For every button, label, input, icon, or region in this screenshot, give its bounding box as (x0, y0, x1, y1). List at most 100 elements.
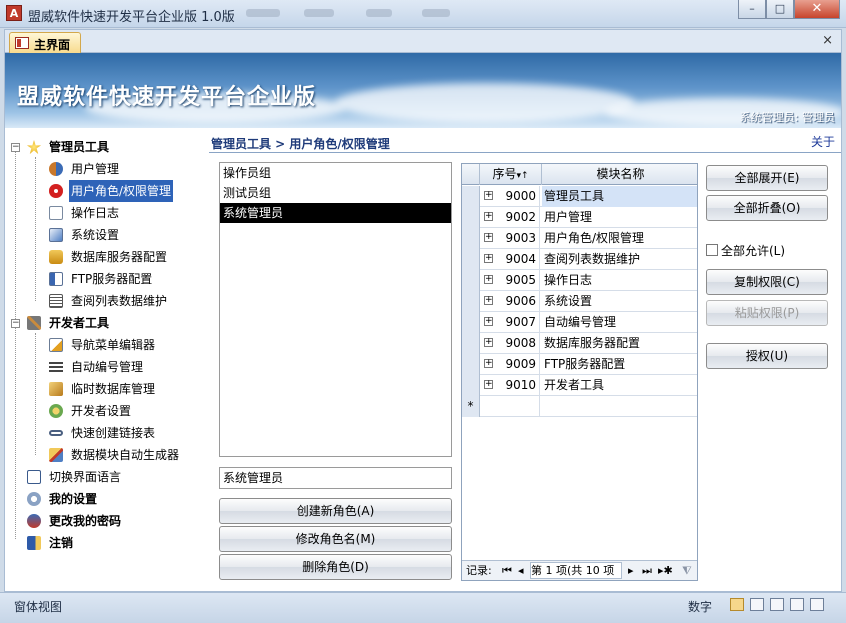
cell-id[interactable]: 9005 (498, 270, 540, 291)
cell-module-name[interactable]: 查阅列表数据维护 (542, 249, 697, 270)
close-window-button[interactable]: ✕ (794, 0, 840, 19)
record-selector[interactable] (462, 354, 480, 375)
cell-module-name[interactable]: 用户角色/权限管理 (542, 228, 697, 249)
create-role-button[interactable]: 创建新角色(A) (219, 498, 452, 524)
cell-id[interactable]: 9010 (498, 375, 540, 396)
cell-id[interactable] (498, 396, 540, 417)
cell-module-name[interactable]: FTP服务器配置 (542, 354, 697, 375)
cell-id[interactable]: 9008 (498, 333, 540, 354)
cell-id[interactable]: 9002 (498, 207, 540, 228)
table-row[interactable]: +9010 开发者工具 (462, 375, 697, 396)
column-header-id[interactable]: 序号▾↑ (480, 164, 542, 185)
table-row[interactable]: +9006 系统设置 (462, 291, 697, 312)
collapse-admin-tools[interactable]: − (11, 143, 20, 152)
expand-subdatasheet-icon[interactable]: + (484, 296, 493, 305)
layout-view-icon[interactable] (770, 598, 784, 611)
expand-subdatasheet-icon[interactable]: + (484, 338, 493, 347)
about-link[interactable]: 关于 (811, 133, 835, 150)
tree-label: 快速创建链接表 (71, 426, 156, 440)
tree-line (15, 147, 16, 539)
table-row[interactable]: +9000 管理员工具 (462, 186, 697, 207)
record-selector[interactable] (462, 228, 480, 249)
first-record-icon[interactable]: ⏮ (502, 561, 512, 580)
record-selector[interactable] (462, 270, 480, 291)
cell-module-name[interactable]: 自动编号管理 (542, 312, 697, 333)
paste-permissions-button[interactable]: 粘贴权限(P) (706, 300, 828, 326)
record-label: 记录: (466, 564, 492, 577)
star-icon (27, 140, 41, 154)
cell-module-name[interactable]: 操作日志 (542, 270, 697, 291)
table-row[interactable]: +9005 操作日志 (462, 270, 697, 291)
expand-subdatasheet-icon[interactable]: + (484, 191, 493, 200)
cell-module-name[interactable]: 系统设置 (542, 291, 697, 312)
maximize-button[interactable]: □ (766, 0, 794, 19)
cell-module-name[interactable]: 开发者工具 (542, 375, 697, 396)
cell-module-name[interactable]: 用户管理 (542, 207, 697, 228)
tree-label: FTP服务器配置 (71, 272, 153, 286)
permissions-datasheet[interactable]: 序号▾↑ 模块名称 +9000 管理员工具 +9002 用户管理 +9003 用户角色/权… (461, 163, 698, 581)
form-view-icon[interactable] (730, 598, 744, 611)
copy-permissions-button[interactable]: 复制权限(C) (706, 269, 828, 295)
cell-id[interactable]: 9006 (498, 291, 540, 312)
datasheet-view-icon[interactable] (750, 598, 764, 611)
column-header-module-name[interactable]: 模块名称 (542, 164, 697, 185)
cell-id[interactable]: 9004 (498, 249, 540, 270)
cell-module-name[interactable]: 数据库服务器配置 (542, 333, 697, 354)
table-row[interactable]: +9009 FTP服务器配置 (462, 354, 697, 375)
record-position-field[interactable]: 第 1 项(共 10 项 (530, 562, 622, 579)
view-mode-label: 窗体视图 (14, 600, 63, 614)
header-divider (209, 152, 841, 153)
role-list[interactable]: 操作员组 测试员组 系统管理员 (219, 162, 452, 457)
new-record-marker[interactable]: * (462, 396, 480, 417)
new-record-icon[interactable]: ▸✱ (658, 561, 673, 580)
table-row[interactable]: +9008 数据库服务器配置 (462, 333, 697, 354)
prev-record-icon[interactable]: ◂ (518, 561, 524, 580)
allow-all-checkbox[interactable] (706, 244, 718, 256)
role-list-item[interactable]: 测试员组 (220, 183, 451, 203)
select-all-corner[interactable] (462, 164, 480, 185)
record-selector[interactable] (462, 186, 480, 207)
cell-id[interactable]: 9009 (498, 354, 540, 375)
record-selector[interactable] (462, 312, 480, 333)
next-record-icon[interactable]: ▸ (628, 561, 634, 580)
numbered-list-icon (49, 360, 63, 374)
new-record-row[interactable]: * (462, 396, 697, 417)
table-row[interactable]: +9003 用户角色/权限管理 (462, 228, 697, 249)
record-selector[interactable] (462, 249, 480, 270)
tab-main[interactable]: 主界面 (9, 32, 81, 54)
expand-subdatasheet-icon[interactable]: + (484, 212, 493, 221)
collapse-dev-tools[interactable]: − (11, 319, 20, 328)
role-name-field[interactable]: 系统管理员 (219, 467, 452, 489)
role-list-item[interactable]: 操作员组 (220, 163, 451, 183)
expand-subdatasheet-icon[interactable]: + (484, 254, 493, 263)
expand-subdatasheet-icon[interactable]: + (484, 317, 493, 326)
collapse-all-button[interactable]: 全部折叠(O) (706, 195, 828, 221)
role-list-item-selected[interactable]: 系统管理员 (220, 203, 451, 223)
cell-id[interactable]: 9003 (498, 228, 540, 249)
table-row[interactable]: +9002 用户管理 (462, 207, 697, 228)
design-view-icon[interactable] (810, 598, 824, 611)
cell-id[interactable]: 9000 (498, 186, 540, 207)
pivot-view-icon[interactable] (790, 598, 804, 611)
expand-subdatasheet-icon[interactable]: + (484, 359, 493, 368)
expand-subdatasheet-icon[interactable]: + (484, 233, 493, 242)
no-filter-icon[interactable]: ⧨ (682, 561, 692, 580)
tree-label: 切换界面语言 (49, 470, 122, 484)
delete-role-button[interactable]: 删除角色(D) (219, 554, 452, 580)
record-selector[interactable] (462, 207, 480, 228)
expand-subdatasheet-icon[interactable]: + (484, 380, 493, 389)
cell-module-name[interactable]: 管理员工具 (542, 186, 697, 207)
table-row[interactable]: +9007 自动编号管理 (462, 312, 697, 333)
close-tab-icon[interactable]: × (822, 33, 833, 48)
grant-button[interactable]: 授权(U) (706, 343, 828, 369)
record-selector[interactable] (462, 333, 480, 354)
expand-all-button[interactable]: 全部展开(E) (706, 165, 828, 191)
expand-subdatasheet-icon[interactable]: + (484, 275, 493, 284)
table-row[interactable]: +9004 查阅列表数据维护 (462, 249, 697, 270)
record-selector[interactable] (462, 291, 480, 312)
rename-role-button[interactable]: 修改角色名(M) (219, 526, 452, 552)
minimize-button[interactable]: – (738, 0, 766, 19)
last-record-icon[interactable]: ⏭ (642, 561, 652, 580)
record-selector[interactable] (462, 375, 480, 396)
cell-id[interactable]: 9007 (498, 312, 540, 333)
